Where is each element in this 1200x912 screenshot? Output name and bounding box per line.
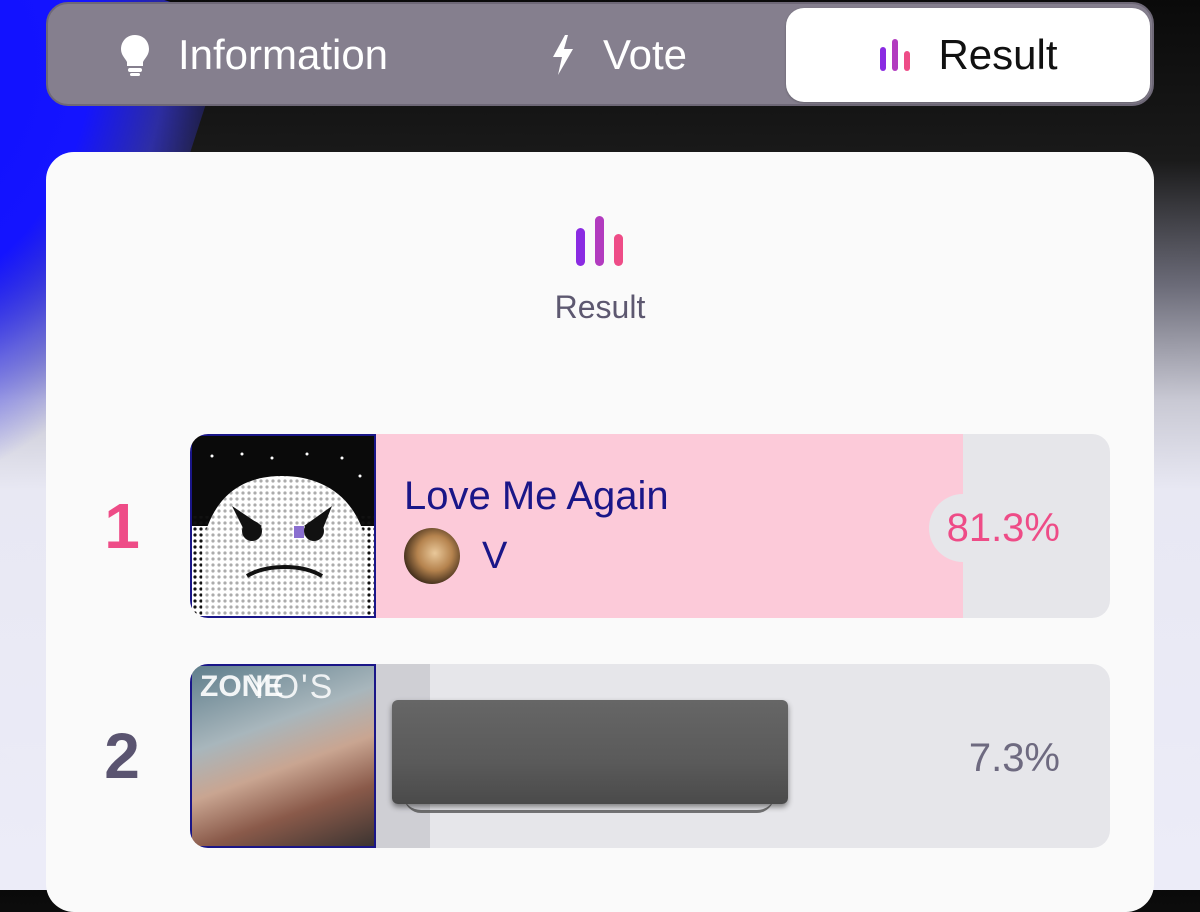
bar-chart-icon <box>574 216 626 271</box>
tab-information-label: Information <box>177 31 389 78</box>
song-title: Love Me Again <box>404 474 669 518</box>
bar-chart-icon <box>878 39 912 71</box>
result-card: Result 1 Love Me Again V 81.3% 2 ZONE YO… <box>46 152 1154 912</box>
tab-vote-label: Vote <box>602 31 688 78</box>
tab-vote[interactable]: Vote <box>468 8 768 102</box>
cover-text: YO'S <box>248 668 335 706</box>
artist-info: V <box>404 528 507 584</box>
result-entry[interactable]: Love Me Again V 81.3% <box>190 434 1110 618</box>
artist-name: V <box>482 534 508 577</box>
album-cover <box>190 434 376 618</box>
lightning-icon <box>549 33 577 77</box>
cover-text-vertical: ZONE <box>200 670 284 703</box>
rank-number: 1 <box>104 490 140 562</box>
lightbulb-icon <box>118 33 152 77</box>
tab-bar: Information Vote Result <box>46 2 1154 106</box>
vote-percentage: 7.3% <box>968 735 1060 780</box>
album-cover: ZONE YO'S <box>190 664 376 848</box>
redaction-block <box>392 700 788 804</box>
vote-percentage: 81.3% <box>928 494 1110 562</box>
result-entry[interactable]: ZONE YO'S 7.3% <box>190 664 1110 848</box>
rank-number: 2 <box>104 720 140 792</box>
card-header: Result <box>46 216 1154 326</box>
result-row[interactable]: 2 ZONE YO'S 7.3% <box>46 664 1154 848</box>
card-heading: Result <box>554 289 646 325</box>
tab-result-label: Result <box>938 31 1058 78</box>
result-row[interactable]: 1 Love Me Again V 81.3% <box>46 434 1154 618</box>
avatar <box>404 528 460 584</box>
tab-information[interactable]: Information <box>78 8 428 102</box>
tab-result[interactable]: Result <box>786 8 1150 102</box>
